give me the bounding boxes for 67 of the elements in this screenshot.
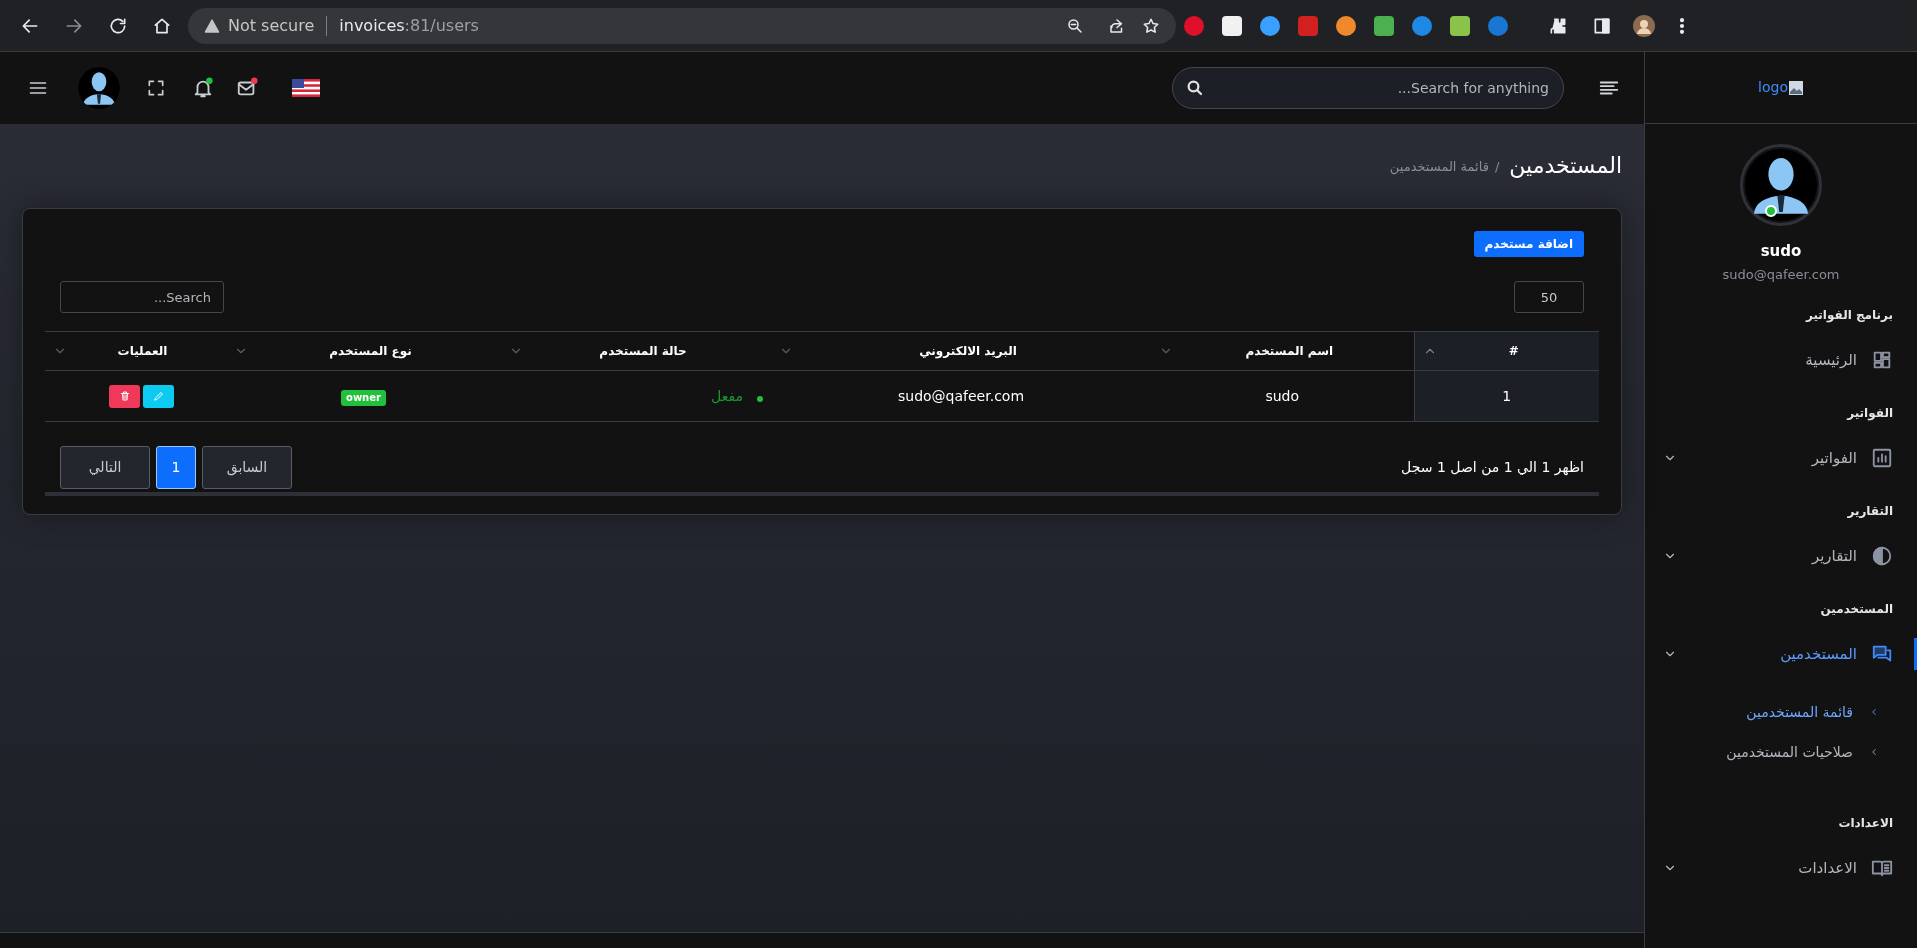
search-icon	[1186, 79, 1204, 97]
extension-icon[interactable]	[1450, 15, 1470, 36]
broken-image-icon	[1787, 79, 1804, 96]
column-header[interactable]: العمليات	[45, 331, 226, 371]
chevron-left-icon	[1869, 707, 1879, 717]
section-heading: الفواتير	[1845, 405, 1894, 422]
page-button[interactable]: التالي	[60, 446, 150, 489]
extension-icon[interactable]	[1260, 15, 1280, 36]
section-heading: المستخدمين	[1819, 601, 1894, 618]
nav-item[interactable]: الفواتير	[1645, 438, 1917, 478]
pencil-icon	[152, 390, 165, 402]
star-icon[interactable]	[1142, 16, 1160, 35]
status-text: مفعل	[711, 386, 743, 406]
page-size-field[interactable]: 50	[1514, 281, 1584, 313]
search-field[interactable]: Search for anything...	[1172, 67, 1564, 109]
breadcrumb-separator: /	[1494, 158, 1500, 177]
column-header[interactable]: اسم المستخدم	[1151, 331, 1414, 371]
page-button[interactable]: السابق	[202, 446, 292, 489]
bell-icon[interactable]	[192, 77, 214, 99]
security-label: Not secure	[228, 14, 315, 37]
profile-avatar-icon[interactable]	[1632, 13, 1656, 38]
user-avatar[interactable]	[78, 67, 120, 109]
nav-item[interactable]: المستخدمين	[1645, 634, 1917, 674]
column-header[interactable]: نوع المستخدم	[226, 331, 501, 371]
chevron-left-icon	[1869, 747, 1879, 757]
flag-icon[interactable]	[292, 79, 320, 97]
logo[interactable]: logo	[1758, 77, 1804, 98]
nav-item[interactable]: الرئيسية	[1645, 340, 1917, 380]
submenu-item[interactable]: قائمة المستخدمين	[1746, 698, 1879, 726]
zoom-out-icon[interactable]	[1066, 16, 1084, 35]
column-header[interactable]: البريد الالكتروني	[771, 331, 1151, 371]
extension-icon[interactable]	[1374, 15, 1394, 36]
dashboard-icon	[1871, 349, 1893, 371]
extension-icon[interactable]	[1222, 15, 1242, 36]
add-user-button[interactable]: اضافة مستخدم	[1473, 231, 1584, 257]
section-heading: التقارير	[1846, 503, 1894, 520]
pie-chart-icon	[1871, 545, 1893, 567]
nav-item[interactable]: الاعدادات	[1645, 848, 1917, 888]
person-silhouette-icon	[1745, 149, 1817, 221]
user-type-badge: owner	[341, 389, 386, 406]
extension-icon[interactable]	[1336, 15, 1356, 36]
user-name: sudo	[1760, 241, 1802, 262]
active-indicator	[1914, 638, 1917, 670]
delete-button[interactable]	[109, 384, 140, 408]
breadcrumb-link[interactable]: قائمة المستخدمين	[1389, 157, 1489, 177]
table-cell: sudo	[1265, 387, 1300, 404]
table-info-text: اظهر 1 الي 1 من اصل 1 سجل	[1401, 458, 1584, 478]
submenu-item[interactable]: صلاحيات المستخدمين	[1726, 738, 1879, 766]
edit-button[interactable]	[143, 384, 174, 408]
address-bar[interactable]: Not secure invoices:81/users	[188, 7, 1176, 44]
fullscreen-icon[interactable]	[146, 78, 166, 98]
bar-chart-icon	[1871, 447, 1893, 469]
table-cell: 1	[1502, 387, 1512, 404]
user-email: sudo@qafeer.com	[1722, 265, 1840, 284]
trash-icon	[118, 390, 131, 402]
section-heading: الاعدادات	[1837, 815, 1894, 832]
page-title: المستخدمين	[1509, 151, 1622, 180]
warning-icon	[204, 17, 220, 34]
url-text: invoices:81/users	[339, 14, 480, 37]
column-header[interactable]: حالة المستخدم	[501, 331, 771, 371]
section-heading: برنامج الفواتير	[1804, 307, 1894, 324]
nav-item[interactable]: التقارير	[1645, 536, 1917, 576]
column-header[interactable]: #	[1414, 331, 1599, 371]
table-search-field[interactable]: Search...	[60, 281, 224, 313]
user-avatar[interactable]	[1740, 144, 1822, 226]
page-button[interactable]: 1	[156, 446, 196, 489]
table-cell: sudo@qafeer.com	[897, 387, 1025, 404]
